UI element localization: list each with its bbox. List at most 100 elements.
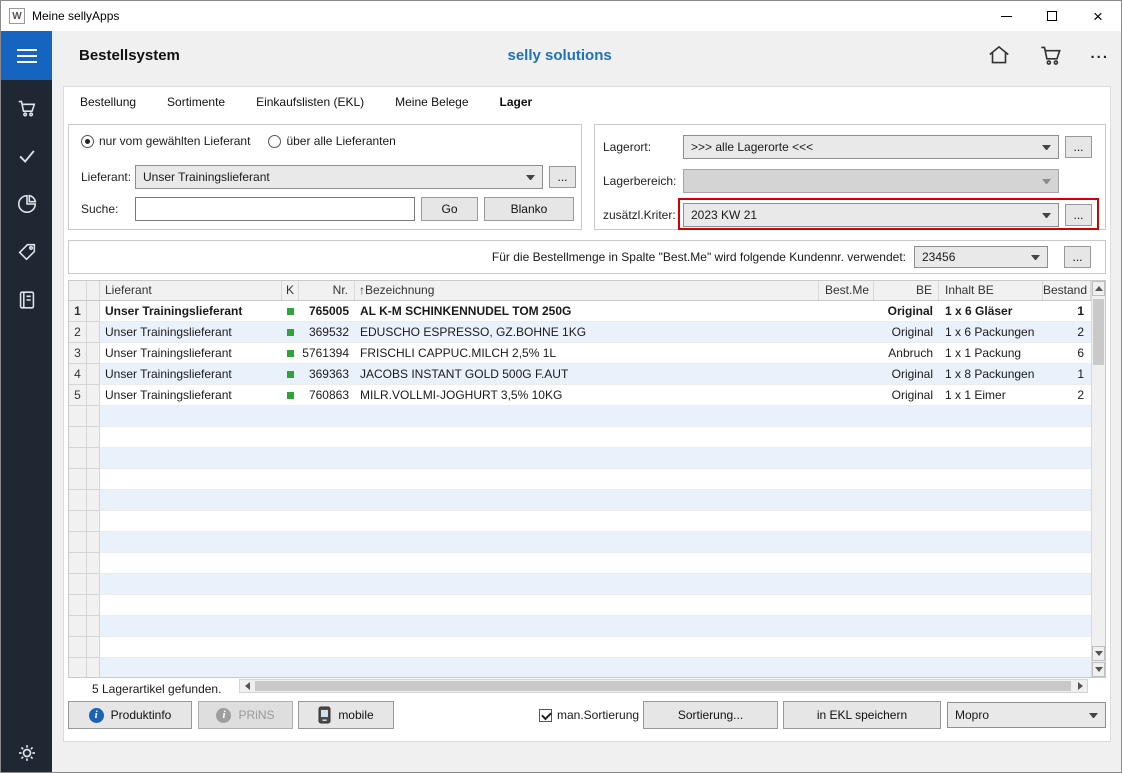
titlebar: W Meine sellyApps × [1,1,1121,31]
row-number [69,553,87,574]
lagerort-value: >>> alle Lagerorte <<< [684,140,1042,154]
nav-book-icon[interactable] [1,285,52,315]
maximize-icon [1047,11,1057,21]
scroll-jump-button[interactable] [1092,662,1105,677]
tab-sortimente[interactable]: Sortimente [167,95,225,109]
cell-bestme [819,574,874,595]
kundennr-select[interactable]: 23456 [914,246,1048,268]
cell-bestme [819,427,874,448]
header-bezeichnung[interactable]: ↑Bezeichnung [355,281,819,300]
table-row[interactable]: 4Unser Trainingslieferant369363JACOBS IN… [69,364,1091,385]
radio-nur-vom-lieferant[interactable]: nur vom gewählten Lieferant [81,134,250,148]
cell-bezeichnung [355,511,819,532]
cell-inhalt-be [939,532,1043,553]
cell-bezeichnung [355,658,819,678]
settings-gear-icon[interactable] [1,743,52,763]
row-indicator [87,406,100,427]
cell-nr: 369532 [299,322,355,343]
header-nr[interactable]: Nr. [299,281,355,300]
radio-label: nur vom gewählten Lieferant [99,134,250,148]
cell-bezeichnung [355,406,819,427]
cell-bestand: 6 [1043,343,1091,364]
header-bestand[interactable]: Bestand [1043,281,1091,300]
cell-k [282,511,299,532]
table-row-empty [69,490,1091,511]
lieferant-more-button[interactable]: ... [549,166,576,188]
cell-nr [299,511,355,532]
lieferant-select[interactable]: Unser Trainingslieferant [135,165,543,189]
header-be[interactable]: BE [874,281,939,300]
tab-einkaufslisten[interactable]: Einkaufslisten (EKL) [256,95,364,109]
app-window: W Meine sellyApps × [0,0,1122,773]
in-ekl-speichern-button[interactable]: in EKL speichern [783,701,941,729]
cart-icon[interactable] [1038,42,1064,71]
mopro-select[interactable]: Mopro [947,702,1106,728]
blanko-button[interactable]: Blanko [484,197,574,221]
menu-toggle-button[interactable] [1,31,52,80]
tab-meine-belege[interactable]: Meine Belege [395,95,468,109]
cell-inhalt-be [939,490,1043,511]
cell-be: Original [874,322,939,343]
kundennr-more-button[interactable]: ... [1064,246,1091,268]
cell-bestand [1043,490,1091,511]
row-number [69,616,87,637]
header-indicator [87,281,100,300]
row-indicator [87,322,100,343]
tab-bestellung[interactable]: Bestellung [80,95,136,109]
vertical-scroll-thumb[interactable] [1093,299,1104,365]
cell-nr: 765005 [299,301,355,322]
minimize-button[interactable] [983,1,1029,31]
header-k[interactable]: K [282,281,299,300]
cell-bestme [819,469,874,490]
maximize-button[interactable] [1029,1,1075,31]
table-row[interactable]: 1Unser Trainingslieferant765005AL K-M SC… [69,301,1091,322]
cell-be [874,490,939,511]
mobile-button[interactable]: mobile [298,701,394,729]
table-row[interactable]: 5Unser Trainingslieferant760863MILR.VOLL… [69,385,1091,406]
kriter-select[interactable]: 2023 KW 21 [683,203,1059,227]
produktinfo-button[interactable]: i Produktinfo [68,701,192,729]
row-indicator [87,637,100,658]
sortierung-button[interactable]: Sortierung... [643,701,778,729]
search-input[interactable] [135,197,415,221]
radio-unselected-icon [268,135,281,148]
horizontal-scrollbar[interactable] [239,679,1088,693]
vertical-scrollbar[interactable] [1091,281,1105,677]
scroll-left-button[interactable] [240,680,254,692]
cell-lieferant [100,532,282,553]
radio-alle-lieferanten[interactable]: über alle Lieferanten [268,134,395,148]
cell-k [282,658,299,678]
scroll-up-button[interactable] [1092,281,1105,296]
nav-pie-chart-icon[interactable] [1,189,52,219]
table-row[interactable]: 2Unser Trainingslieferant369532EDUSCHO E… [69,322,1091,343]
horizontal-scroll-thumb[interactable] [255,681,1071,691]
header-rownum [69,281,87,300]
table-row[interactable]: 3Unser Trainingslieferant5761394FRISCHLI… [69,343,1091,364]
cell-inhalt-be: 1 x 6 Packungen [939,322,1043,343]
table-row-empty [69,427,1091,448]
cell-lieferant [100,448,282,469]
search-go-button[interactable]: Go [421,197,478,221]
header-inhalt-be[interactable]: Inhalt BE [939,281,1043,300]
nav-cart-icon[interactable] [1,93,52,123]
scroll-right-button[interactable] [1073,680,1087,692]
more-menu-button[interactable]: ... [1090,45,1109,68]
kriter-more-button[interactable]: ... [1065,204,1092,226]
man-sortierung-checkbox[interactable]: man.Sortierung [539,701,639,729]
close-button[interactable]: × [1075,1,1121,31]
home-icon[interactable] [986,42,1012,71]
cell-bezeichnung [355,427,819,448]
header-lieferant[interactable]: Lieferant [100,281,282,300]
cell-be [874,427,939,448]
scroll-down-button[interactable] [1092,646,1105,661]
tab-lager[interactable]: Lager [500,95,533,109]
row-number [69,574,87,595]
cell-nr [299,448,355,469]
lagerort-more-button[interactable]: ... [1065,136,1092,158]
lagerort-select[interactable]: >>> alle Lagerorte <<< [683,135,1059,159]
cell-be [874,511,939,532]
nav-check-icon[interactable] [1,141,52,171]
nav-tag-icon[interactable] [1,237,52,267]
cell-k [282,616,299,637]
header-bestme[interactable]: Best.Me [819,281,874,300]
